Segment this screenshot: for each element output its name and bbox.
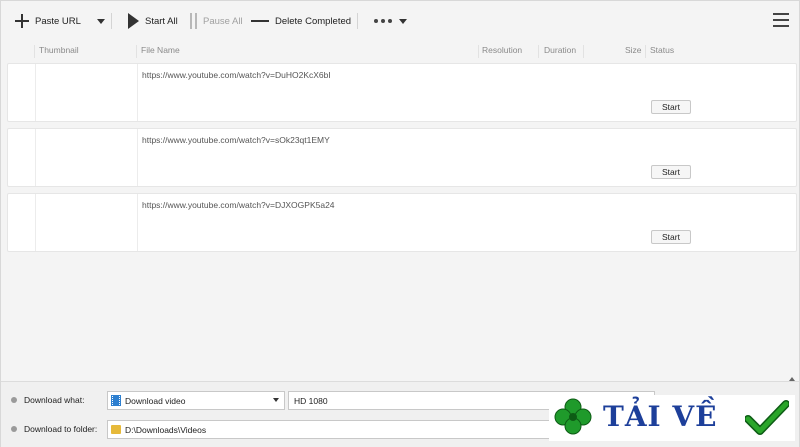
column-size[interactable]: Size [625,45,642,55]
table-row[interactable]: https://www.youtube.com/watch?v=DJXOGPK5… [7,193,797,252]
start-all-button[interactable]: Start All [128,11,178,31]
row-thumbnail [36,64,138,121]
folder-icon [111,425,121,434]
play-icon [128,13,139,29]
more-dots-icon [374,19,392,23]
download-to-row: Download to folder: [11,424,97,434]
plus-icon [15,14,29,28]
toolbar-divider [111,13,112,29]
download-what-select[interactable]: Download video [107,391,285,410]
column-resolution[interactable]: Resolution [482,45,522,55]
paste-url-label: Paste URL [35,15,81,27]
download-what-label: Download what: [24,395,85,405]
bullet-icon [11,426,17,432]
start-button[interactable]: Start [651,230,691,244]
row-thumbnail [36,194,138,251]
row-file-url: https://www.youtube.com/watch?v=DJXOGPK5… [142,200,335,210]
chevron-down-icon [273,398,279,402]
row-file-url: https://www.youtube.com/watch?v=DuHO2KcX… [142,70,331,80]
pause-icon [190,13,197,29]
table-header: Thumbnail File Name Resolution Duration … [1,41,799,58]
download-folder-field[interactable]: D:\Downloads\Videos [107,420,553,439]
minus-icon [251,20,269,22]
row-checkbox-cell[interactable] [8,64,36,121]
download-what-value: Download video [125,395,186,406]
start-all-label: Start All [145,15,178,27]
row-file-url: https://www.youtube.com/watch?v=sOk23qt1… [142,135,330,145]
video-file-icon [111,395,121,406]
download-to-label: Download to folder: [24,424,98,434]
watermark-text: TẢI VỀ [603,400,718,433]
row-checkbox-cell[interactable] [8,194,36,251]
download-folder-value: D:\Downloads\Videos [125,424,207,435]
download-what-row: Download what: [11,395,84,405]
row-thumbnail [36,129,138,186]
column-thumbnail[interactable]: Thumbnail [39,45,79,55]
column-duration[interactable]: Duration [544,45,576,55]
toolbar-divider [357,13,358,29]
bullet-icon [11,397,17,403]
more-options-button[interactable] [374,11,407,31]
delete-completed-button[interactable]: Delete Completed [251,11,351,31]
hamburger-menu-icon[interactable] [773,13,789,27]
app-window: Paste URL Start All Pause All Delete Com… [0,0,800,447]
toolbar: Paste URL Start All Pause All Delete Com… [1,1,799,41]
quality-value: HD 1080 [294,395,328,406]
row-checkbox-cell[interactable] [8,129,36,186]
watermark-logo: TẢI VỀ [549,395,795,441]
paste-url-button[interactable]: Paste URL [15,11,105,31]
clover-icon [554,398,592,435]
table-row[interactable]: https://www.youtube.com/watch?v=DuHO2KcX… [7,63,797,122]
chevron-down-icon[interactable] [96,18,105,24]
chevron-down-icon [399,18,407,24]
checkmark-icon [745,400,789,435]
column-status[interactable]: Status [650,45,674,55]
delete-completed-label: Delete Completed [275,15,352,27]
start-button[interactable]: Start [651,100,691,114]
pause-all-button[interactable]: Pause All [190,11,243,31]
start-button[interactable]: Start [651,165,691,179]
column-file-name[interactable]: File Name [141,45,180,55]
pause-all-label: Pause All [203,15,243,27]
table-row[interactable]: https://www.youtube.com/watch?v=sOk23qt1… [7,128,797,187]
